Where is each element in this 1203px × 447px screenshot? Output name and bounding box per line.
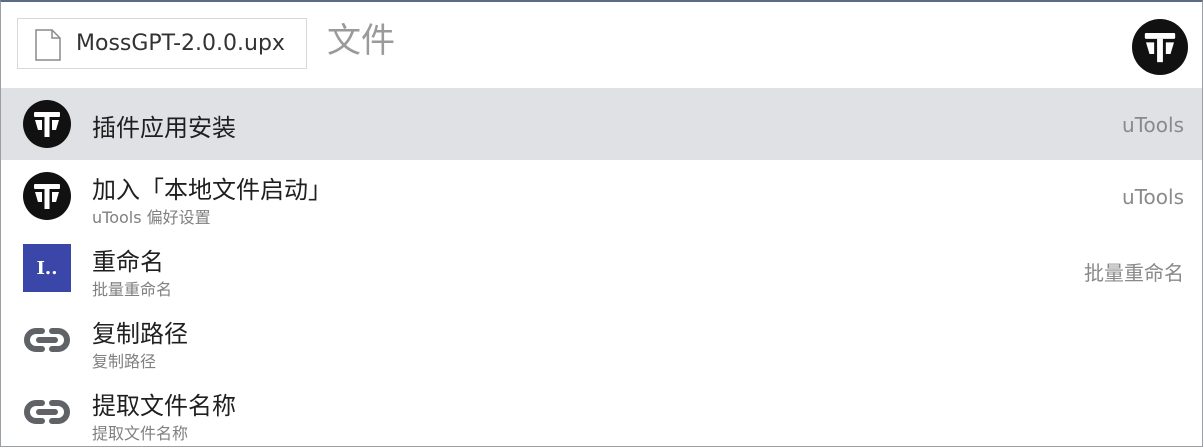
attached-file-name: MossGPT-2.0.0.upx: [76, 31, 285, 56]
result-title: 重命名: [92, 248, 164, 276]
result-row[interactable]: 提取文件名称 提取文件名称: [1, 376, 1202, 446]
result-source: uTools: [1122, 185, 1184, 209]
result-source: 批量重命名: [1084, 261, 1184, 285]
result-subtitle: 批量重命名: [92, 280, 173, 299]
result-row[interactable]: I.. 重命名 批量重命名 批量重命名: [1, 232, 1202, 304]
result-subtitle: 复制路径: [92, 352, 157, 371]
result-subtitle: uTools 偏好设置: [92, 208, 211, 227]
result-title: 提取文件名称: [92, 392, 236, 420]
result-title: 插件应用安装: [92, 114, 236, 142]
result-row[interactable]: 复制路径 复制路径: [1, 304, 1202, 376]
utools-logo-icon: [23, 172, 71, 220]
utools-logo-icon: [23, 100, 71, 148]
attached-file-chip[interactable]: MossGPT-2.0.0.upx: [17, 18, 307, 69]
result-subtitle: 提取文件名称: [92, 424, 189, 443]
result-title: 复制路径: [92, 320, 188, 348]
result-title: 加入「本地文件启动」: [92, 176, 332, 204]
batch-rename-icon: I..: [23, 244, 71, 292]
link-icon: [23, 316, 71, 364]
utools-window: MossGPT-2.0.0.upx 文件 插件应用安装 uTools 加入「本地…: [0, 0, 1203, 447]
utools-brand-logo-icon[interactable]: [1132, 19, 1188, 75]
document-file-icon: [35, 29, 61, 65]
result-source: uTools: [1122, 113, 1184, 137]
results-list: 插件应用安装 uTools 加入「本地文件启动」 uTools 偏好设置 uTo…: [1, 88, 1202, 446]
result-row[interactable]: 加入「本地文件启动」 uTools 偏好设置 uTools: [1, 160, 1202, 232]
search-query-text[interactable]: 文件: [327, 24, 395, 58]
search-header: MossGPT-2.0.0.upx 文件: [1, 2, 1202, 88]
link-icon: [23, 388, 71, 436]
result-row[interactable]: 插件应用安装 uTools: [1, 88, 1202, 160]
